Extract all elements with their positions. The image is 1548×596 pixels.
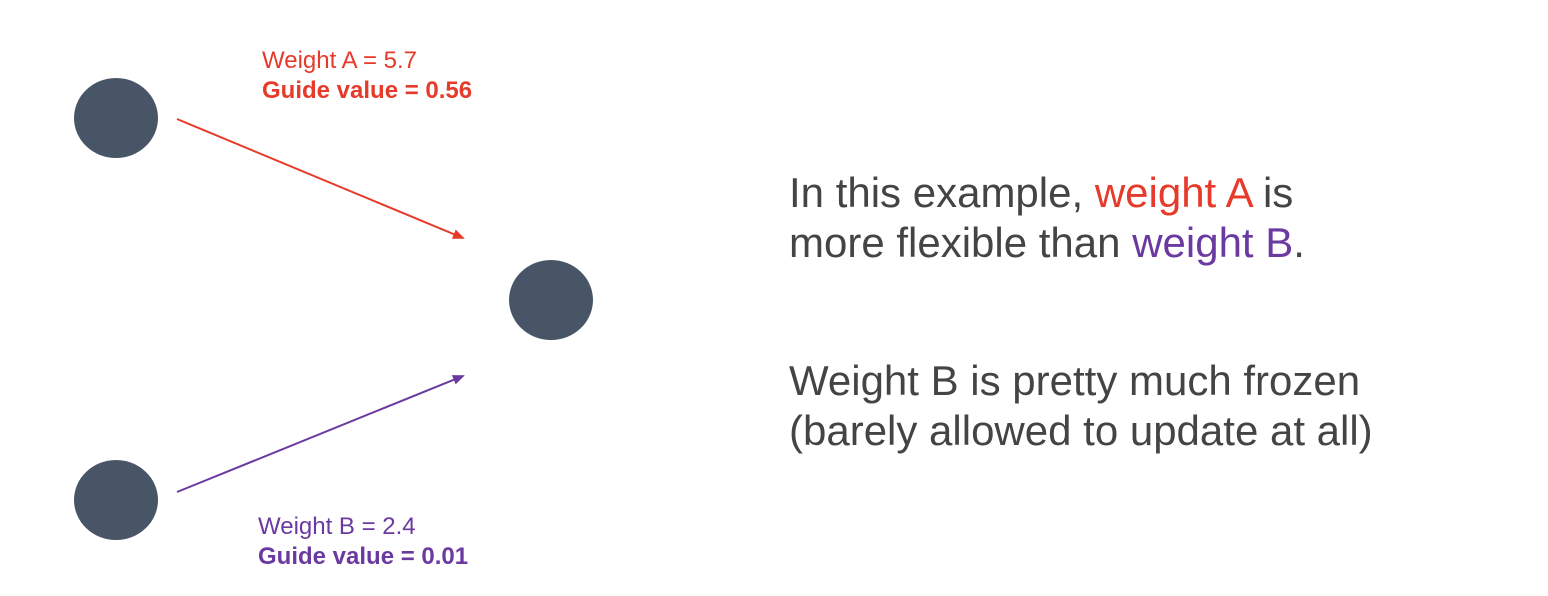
explanation-paragraph-2: Weight B is pretty much frozen (barely a… [789,356,1373,456]
explanation-line-4: (barely allowed to update at all) [789,407,1373,454]
network-diagram [74,78,593,540]
explanation-text: In this example, [789,169,1095,216]
explanation-text: more flexible than [789,219,1133,266]
explanation-paragraph-1: In this example, weight A is more flexib… [789,168,1305,268]
weight-b-guide-value: Guide value = 0.01 [258,543,469,570]
weight-a-guide-value: Guide value = 0.56 [262,77,473,104]
weight-b-label: Weight B = 2.4 Guide value = 0.01 [258,512,468,572]
weight-a-highlight: weight A [1094,169,1252,216]
input-node-bottom [74,460,158,540]
weight-b-value: Weight B = 2.4 [258,513,416,540]
weight-b-highlight: weight B [1132,219,1294,266]
weight-a-value: Weight A = 5.7 [262,47,418,74]
weight-a-label: Weight A = 5.7 Guide value = 0.56 [262,46,472,106]
edge-weight-b [176,375,465,493]
input-node-top [74,78,158,158]
explanation-text: . [1293,219,1305,266]
output-node [509,260,593,340]
explanation-line-3: Weight B is pretty much frozen [789,357,1361,404]
explanation-text: is [1251,169,1294,216]
explanation-line-1: In this example, weight A is [789,168,1305,218]
edge-weight-a [176,118,465,239]
explanation-line-2: more flexible than weight B. [789,218,1305,268]
